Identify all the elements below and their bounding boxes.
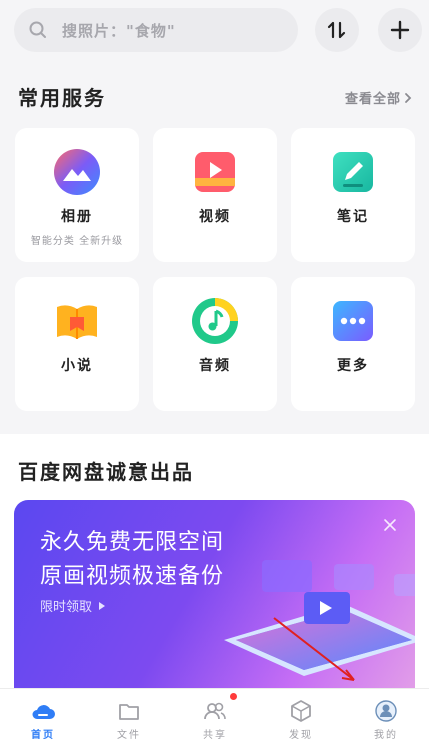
service-album[interactable]: 相册 智能分类 全新升级 <box>15 128 139 262</box>
audio-icon <box>192 298 238 344</box>
add-button[interactable] <box>378 8 422 52</box>
novel-icon <box>57 305 97 339</box>
service-label: 视频 <box>199 209 231 225</box>
service-novel[interactable]: 小说 <box>15 277 139 411</box>
tab-profile[interactable]: 我的 <box>343 689 429 743</box>
search-placeholder: 搜照片："食物" <box>62 21 176 40</box>
service-note[interactable]: 笔记 <box>291 128 415 262</box>
chevron-right-icon <box>405 92 412 103</box>
cloud-home-icon <box>32 705 55 719</box>
top-bar: 搜照片："食物" <box>0 0 429 62</box>
see-all-label: 查看全部 <box>344 92 401 107</box>
profile-icon <box>375 700 397 722</box>
tab-label: 文件 <box>117 730 141 741</box>
notification-dot <box>230 693 237 700</box>
sort-icon <box>327 21 346 39</box>
tab-discover[interactable]: 发现 <box>258 689 344 743</box>
tab-share[interactable]: 共享 <box>172 689 258 743</box>
promo-illustration <box>224 560 415 681</box>
service-label: 笔记 <box>337 209 369 225</box>
folder-icon <box>119 704 139 720</box>
see-all-link[interactable]: 查看全部 <box>345 88 415 107</box>
more-icon <box>333 301 373 341</box>
plus-icon <box>390 20 410 40</box>
service-label: 更多 <box>337 358 369 374</box>
tab-files[interactable]: 文件 <box>86 689 172 743</box>
service-audio[interactable]: 音频 <box>153 277 277 411</box>
note-icon <box>333 152 373 192</box>
service-label: 相册 <box>61 209 93 225</box>
discover-icon <box>291 700 311 722</box>
tab-label: 首页 <box>31 730 55 741</box>
promo-banner[interactable]: 永久免费无限空间 原画视频极速备份 限时领取 <box>14 500 415 692</box>
album-icon <box>54 149 100 195</box>
tab-label: 共享 <box>203 730 227 741</box>
tab-label: 我的 <box>374 730 398 741</box>
service-video[interactable]: 视频 <box>153 128 277 262</box>
promo-title: 百度网盘诚意出品 <box>18 460 194 484</box>
bottom-tab-bar: 首页 文件 共享 发现 我的 <box>0 688 429 743</box>
service-more[interactable]: 更多 <box>291 277 415 411</box>
tab-home[interactable]: 首页 <box>0 689 86 743</box>
services-title: 常用服务 <box>18 86 106 110</box>
search-input[interactable]: 搜照片："食物" <box>14 8 298 52</box>
share-users-icon <box>204 702 226 720</box>
service-label: 小说 <box>61 358 93 374</box>
search-icon <box>29 21 46 38</box>
tab-label: 发现 <box>289 730 313 741</box>
service-sublabel: 智能分类 全新升级 <box>30 236 124 247</box>
service-label: 音频 <box>199 358 231 374</box>
sort-button[interactable] <box>315 8 359 52</box>
video-icon <box>195 152 235 192</box>
